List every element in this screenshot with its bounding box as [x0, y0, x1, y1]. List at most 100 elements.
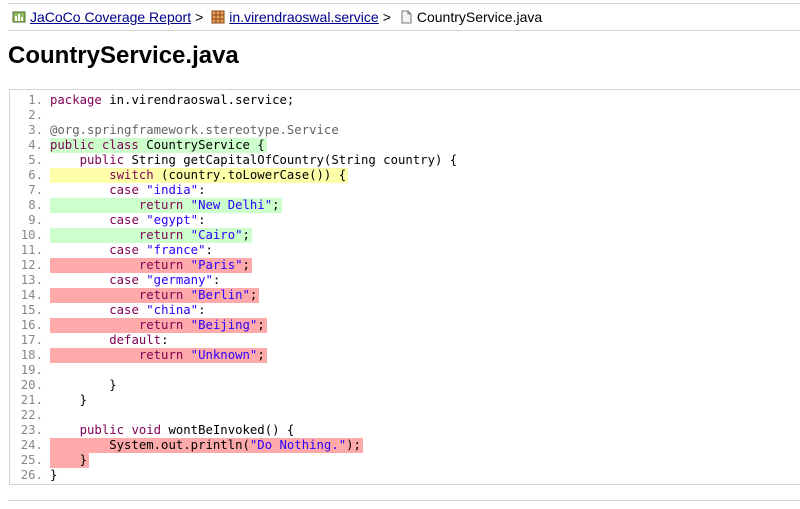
- source-line: 11. case "france":: [10, 243, 800, 258]
- code-token: "Paris": [190, 258, 243, 272]
- code-token: public: [79, 153, 125, 167]
- line-number: 7.: [10, 183, 43, 198]
- line-number: 6.: [10, 168, 43, 183]
- code-token: CountryService {: [138, 138, 265, 152]
- code-token: ;: [242, 258, 250, 272]
- line-number: 8.: [10, 198, 43, 213]
- code-token: }: [50, 378, 117, 392]
- breadcrumb-file: CountryService.java: [395, 9, 542, 25]
- source-line: 1. package in.virendraoswal.service;: [10, 93, 800, 108]
- code-text: public void wontBeInvoked() {: [50, 423, 296, 438]
- code-text: default:: [50, 333, 170, 348]
- source-line: 19.: [10, 363, 800, 378]
- code-token: );: [346, 438, 361, 452]
- source-line: 14. return "Berlin";: [10, 288, 800, 303]
- code-token: wontBeInvoked() {: [161, 423, 295, 437]
- code-text: }: [50, 453, 90, 468]
- code-text: case "egypt":: [50, 213, 208, 228]
- code-token: "Cairo": [190, 228, 243, 242]
- source-line: 20. }: [10, 378, 800, 393]
- code-token: return: [138, 318, 184, 332]
- source-line: 12. return "Paris";: [10, 258, 800, 273]
- code-token: public class: [50, 138, 139, 152]
- source-line: 2.: [10, 108, 800, 123]
- code-token: "Do Nothing.": [249, 438, 347, 452]
- line-number: 18.: [10, 348, 43, 363]
- file-label: CountryService.java: [416, 9, 543, 25]
- code-token: "Berlin": [190, 288, 250, 302]
- breadcrumb: JaCoCo Coverage Report > in.virendraoswa…: [8, 3, 800, 31]
- code-token: switch: [109, 168, 154, 182]
- code-token: :: [161, 333, 169, 347]
- line-number: 11.: [10, 243, 43, 258]
- code-token: return: [138, 288, 184, 302]
- line-number: 17.: [10, 333, 43, 348]
- package-link[interactable]: in.virendraoswal.service: [229, 9, 378, 25]
- code-text: return "Beijing";: [50, 318, 267, 333]
- code-token: (country.toLowerCase()) {: [153, 168, 347, 182]
- code-token: in.virendraoswal.service;: [101, 93, 295, 107]
- footer-divider: [8, 500, 800, 501]
- page-title: CountryService.java: [8, 42, 239, 69]
- line-number: 10.: [10, 228, 43, 243]
- package-icon: [211, 10, 225, 24]
- line-number: 24.: [10, 438, 43, 453]
- code-token: "egypt": [146, 213, 199, 227]
- line-number: 5.: [10, 153, 43, 168]
- line-number: 21.: [10, 393, 43, 408]
- line-number: 20.: [10, 378, 43, 393]
- code-token: case: [109, 213, 139, 227]
- breadcrumb-package[interactable]: in.virendraoswal.service: [207, 9, 379, 25]
- report-link[interactable]: JaCoCo Coverage Report: [30, 9, 191, 25]
- code-token: "china": [146, 303, 199, 317]
- code-text: case "china":: [50, 303, 208, 318]
- code-text: }: [50, 393, 89, 408]
- code-text: case "germany":: [50, 273, 222, 288]
- source-line: 9. case "egypt":: [10, 213, 800, 228]
- source-line: 24. System.out.println("Do Nothing.");: [10, 438, 800, 453]
- code-token: "Beijing": [190, 318, 258, 332]
- code-token: ;: [249, 288, 258, 302]
- code-text: }: [50, 378, 119, 393]
- breadcrumb-report[interactable]: JaCoCo Coverage Report: [8, 9, 191, 25]
- code-token: "germany": [146, 273, 213, 287]
- line-number: 15.: [10, 303, 43, 318]
- code-token: "france": [146, 243, 206, 257]
- line-number: 4.: [10, 138, 43, 153]
- source-line: 21. }: [10, 393, 800, 408]
- code-text: return "Unknown";: [50, 348, 267, 363]
- code-text: case "india":: [50, 183, 208, 198]
- code-token: "New Delhi": [190, 198, 273, 212]
- source-line: 3. @org.springframework.stereotype.Servic…: [10, 123, 800, 138]
- code-token: ;: [257, 348, 265, 362]
- code-token: "Unknown": [190, 348, 258, 362]
- code-text: package in.virendraoswal.service;: [50, 93, 296, 108]
- source-line: 7. case "india":: [10, 183, 800, 198]
- file-icon: [399, 10, 413, 24]
- line-number: 22.: [10, 408, 43, 423]
- line-number: 25.: [10, 453, 43, 468]
- code-token: }: [50, 453, 88, 467]
- source-line: 5. public String getCapitalOfCountry(Str…: [10, 153, 800, 168]
- code-text: }: [50, 468, 59, 483]
- code-token: case: [109, 243, 139, 257]
- breadcrumb-separator: >: [382, 9, 391, 25]
- source-line: 17. default:: [10, 333, 800, 348]
- source-line: 26.}: [10, 468, 800, 483]
- code-token: case: [109, 303, 139, 317]
- code-token: @org.springframework.stereotype.Service: [50, 123, 339, 137]
